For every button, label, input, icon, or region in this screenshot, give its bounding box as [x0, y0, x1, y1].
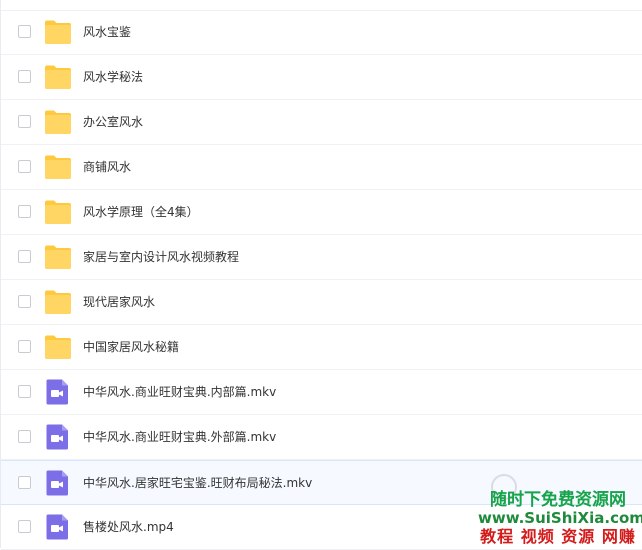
file-name[interactable]: 中华风水.商业旺财宝典.内部篇.mkv	[83, 384, 276, 400]
folder-icon	[44, 64, 72, 90]
file-name[interactable]: 风水学原理（全4集）	[83, 204, 199, 220]
file-row[interactable]: 商铺风水	[1, 145, 642, 190]
file-row[interactable]: 风水宝鉴	[1, 10, 642, 55]
folder-icon	[44, 19, 72, 45]
file-row[interactable]: 风水学原理（全4集）	[1, 190, 642, 235]
file-row[interactable]: 家居与室内设计风水视频教程	[1, 235, 642, 280]
file-name[interactable]: 商铺风水	[83, 159, 131, 175]
video-file-icon	[44, 424, 72, 450]
video-file-icon	[44, 514, 72, 540]
folder-icon	[44, 334, 72, 360]
file-row[interactable]: 售楼处风水.mp4	[1, 505, 642, 550]
file-name[interactable]: 风水学秘法	[83, 69, 143, 85]
file-row[interactable]: 中国家居风水秘籍	[1, 325, 642, 370]
row-checkbox[interactable]	[18, 295, 31, 308]
row-checkbox[interactable]	[18, 25, 31, 38]
row-checkbox[interactable]	[18, 205, 31, 218]
video-file-icon	[44, 379, 72, 405]
folder-icon	[44, 154, 72, 180]
row-checkbox[interactable]	[18, 520, 31, 533]
file-row[interactable]: 风水学秘法	[1, 55, 642, 100]
folder-icon	[44, 244, 72, 270]
row-checkbox[interactable]	[18, 476, 31, 489]
file-name[interactable]: 风水宝鉴	[83, 24, 131, 40]
file-name[interactable]: 中国家居风水秘籍	[83, 339, 179, 355]
row-checkbox[interactable]	[18, 70, 31, 83]
file-name[interactable]: 家居与室内设计风水视频教程	[83, 249, 239, 265]
file-row[interactable]: 现代居家风水	[1, 280, 642, 325]
file-name[interactable]: 办公室风水	[83, 114, 143, 130]
row-checkbox[interactable]	[18, 160, 31, 173]
folder-icon	[44, 199, 72, 225]
file-row[interactable]: 中华风水.商业旺财宝典.内部篇.mkv	[1, 370, 642, 415]
row-checkbox[interactable]	[18, 340, 31, 353]
row-checkbox[interactable]	[18, 430, 31, 443]
folder-icon	[44, 109, 72, 135]
file-name[interactable]: 中华风水.居家旺宅宝鉴.旺财布局秘法.mkv	[83, 475, 312, 491]
file-row[interactable]: 办公室风水	[1, 100, 642, 145]
file-name[interactable]: 中华风水.商业旺财宝典.外部篇.mkv	[83, 429, 276, 445]
loading-spinner-icon	[491, 474, 517, 500]
video-file-icon	[44, 470, 72, 496]
row-checkbox[interactable]	[18, 385, 31, 398]
file-row[interactable]: 中华风水.商业旺财宝典.外部篇.mkv	[1, 415, 642, 460]
row-checkbox[interactable]	[18, 250, 31, 263]
file-row[interactable]: 中华风水.居家旺宅宝鉴.旺财布局秘法.mkv	[1, 460, 642, 505]
row-checkbox[interactable]	[18, 115, 31, 128]
file-name[interactable]: 现代居家风水	[83, 294, 155, 310]
folder-icon	[44, 289, 72, 315]
file-name[interactable]: 售楼处风水.mp4	[83, 519, 174, 535]
file-list: 风水宝鉴 风水学秘法 办公室风水 商铺风水 风水学原理（全4集） 家居	[0, 0, 642, 548]
